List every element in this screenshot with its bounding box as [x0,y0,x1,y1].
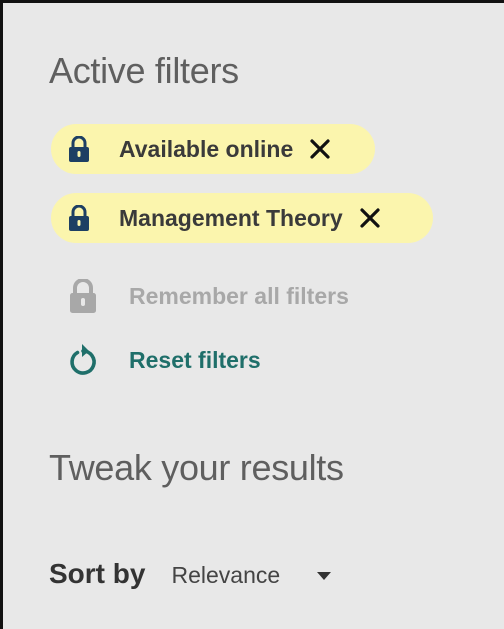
filter-chip-management-theory[interactable]: Management Theory [51,193,433,243]
reset-icon [67,343,99,377]
caret-down-icon [316,571,332,581]
sort-by-dropdown[interactable]: Relevance [171,562,332,589]
active-filters-title: Active filters [49,50,239,91]
lock-icon [67,279,99,313]
lock-icon[interactable] [67,136,91,162]
filter-chip-label: Available online [119,135,294,162]
reset-filters-button[interactable]: Reset filters [67,342,261,378]
filter-chip-label: Management Theory [119,204,343,231]
remember-all-filters-label: Remember all filters [129,282,349,309]
tweak-results-title: Tweak your results [49,447,344,488]
remember-all-filters-button[interactable]: Remember all filters [67,278,349,314]
reset-filters-label: Reset filters [129,346,261,373]
filter-panel: Active filters Available online Manageme… [0,0,504,629]
close-icon[interactable] [359,207,381,229]
lock-icon[interactable] [67,205,91,231]
sort-by-control: Sort by Relevance [49,558,332,590]
filter-chip-available-online[interactable]: Available online [51,124,375,174]
close-icon[interactable] [309,138,331,160]
sort-by-selected-value: Relevance [171,562,281,588]
sort-by-label: Sort by [49,558,146,589]
